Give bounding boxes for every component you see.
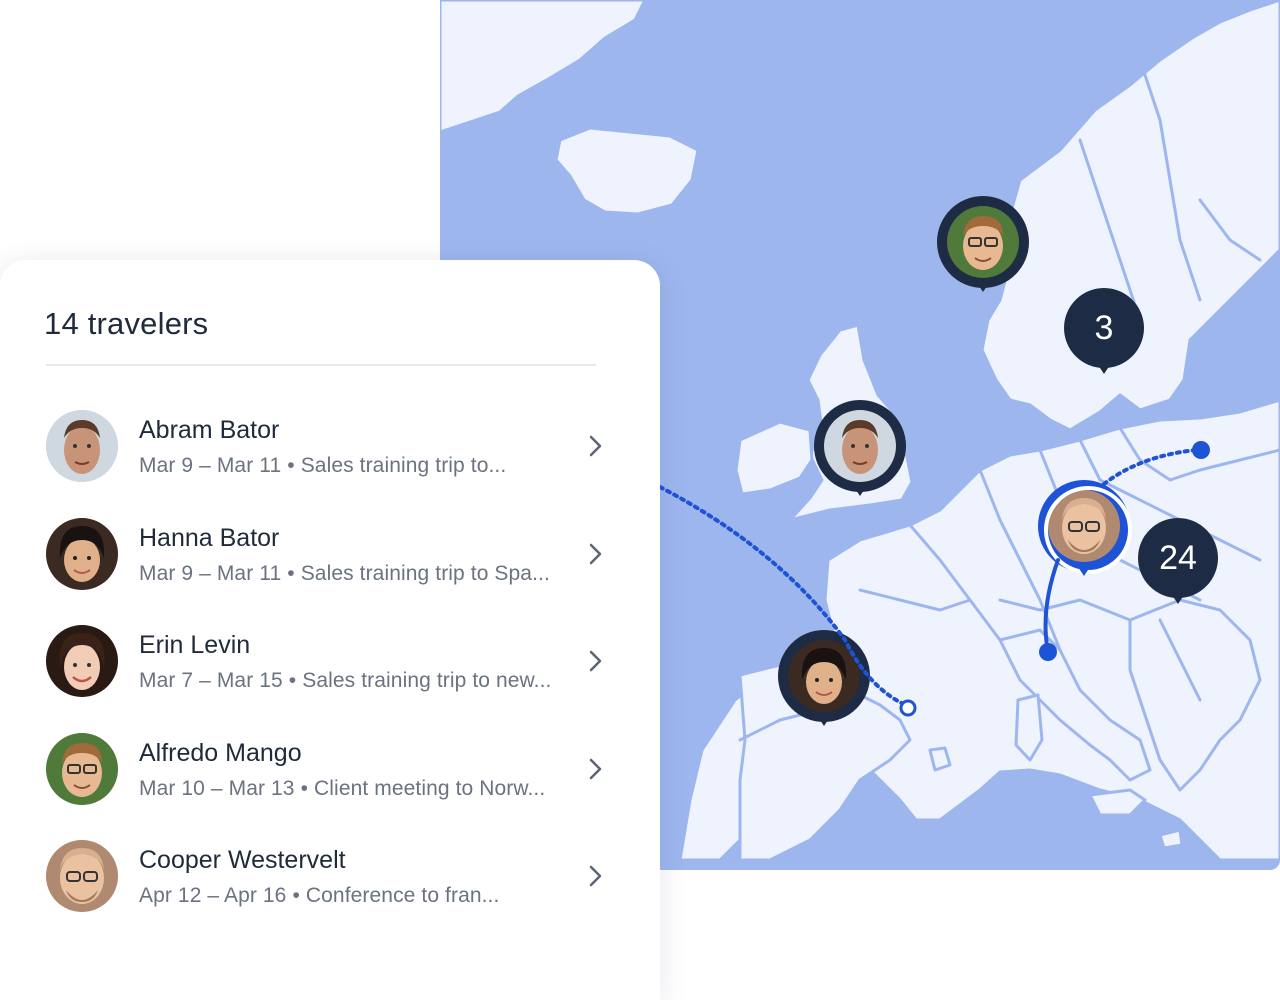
chevron-right-icon[interactable] — [586, 755, 606, 783]
traveler-row[interactable]: Alfredo Mango Mar 10 – Mar 13 • Client mee… — [0, 731, 660, 839]
travelers-panel: 14 travelers Abram Bator Mar 9 – Mar 11 •… — [0, 260, 660, 1000]
traveler-row[interactable]: Cooper Westervelt Apr 12 – Apr 16 • Confer… — [0, 838, 660, 946]
panel-title: 14 travelers — [44, 306, 209, 341]
trip-dates: Mar 9 – Mar 11 — [139, 561, 282, 585]
avatar — [947, 206, 1019, 278]
traveler-name: Abram Bator — [139, 416, 280, 444]
traveler-row[interactable]: Abram Bator Mar 9 – Mar 11 • Sales trainin… — [0, 408, 660, 516]
traveler-map-marker[interactable] — [937, 196, 1029, 300]
avatar — [46, 840, 118, 912]
trip-description: Sales training trip to... — [300, 454, 507, 477]
trip-description: Client meeting to Norw... — [314, 776, 546, 800]
avatar — [824, 410, 896, 482]
separator-dot: • — [300, 776, 309, 800]
traveler-trip-details: Mar 9 – Mar 11 • Sales training trip to Sp… — [139, 562, 550, 586]
trip-dates: Mar 7 – Mar 15 — [139, 669, 283, 692]
traveler-name: Cooper Westervelt — [139, 846, 346, 874]
travelers-list: Abram Bator Mar 9 – Mar 11 • Sales trainin… — [0, 408, 660, 946]
avatar — [46, 410, 118, 482]
trip-dates: Mar 9 – Mar 11 — [139, 454, 282, 477]
trip-description: Sales training trip to new... — [302, 669, 552, 692]
avatar — [46, 732, 118, 805]
trip-description: Sales training trip to Spa... — [300, 561, 550, 585]
traveler-trip-details: Apr 12 – Apr 16 • Conference to fran... — [139, 884, 499, 908]
separator-dot: • — [292, 884, 300, 907]
trip-dates: Mar 10 – Mar 13 — [139, 776, 295, 800]
traveler-cluster-marker[interactable]: 24 — [1138, 518, 1218, 610]
cluster-count: 3 — [1064, 288, 1144, 368]
traveler-trip-details: Mar 9 – Mar 11 • Sales training trip to... — [139, 454, 506, 478]
chevron-right-icon[interactable] — [586, 647, 606, 675]
divider — [46, 364, 596, 366]
traveler-trip-details: Mar 10 – Mar 13 • Client meeting to Norw..… — [139, 777, 545, 801]
separator-dot: • — [287, 454, 295, 477]
traveler-map-marker[interactable] — [814, 400, 906, 504]
traveler-cluster-marker[interactable]: 3 — [1064, 288, 1144, 380]
traveler-map-marker[interactable] — [778, 630, 870, 734]
selected-traveler-map-marker[interactable] — [1038, 480, 1132, 584]
traveler-name: Hanna Bator — [139, 523, 280, 552]
chevron-right-icon[interactable] — [586, 862, 606, 890]
trip-dates: Apr 12 – Apr 16 — [139, 884, 287, 907]
trip-description: Conference to fran... — [305, 884, 500, 907]
chevron-right-icon[interactable] — [586, 540, 606, 568]
traveler-row[interactable]: Hanna Bator Mar 9 – Mar 11 • Sales trainin… — [0, 516, 660, 624]
avatar — [788, 640, 860, 712]
traveler-name: Alfredo Mango — [139, 738, 302, 767]
separator-dot: • — [288, 669, 297, 692]
avatar — [46, 517, 118, 590]
traveler-trip-details: Mar 7 – Mar 15 • Sales training trip to ne… — [139, 669, 551, 693]
cluster-count: 24 — [1138, 518, 1218, 598]
traveler-name: Erin Levin — [139, 631, 251, 659]
avatar — [1048, 490, 1120, 562]
separator-dot: • — [287, 561, 295, 585]
traveler-row[interactable]: Erin Levin Mar 7 – Mar 15 • Sales training… — [0, 623, 660, 731]
avatar — [46, 625, 118, 697]
chevron-right-icon[interactable] — [586, 432, 606, 460]
